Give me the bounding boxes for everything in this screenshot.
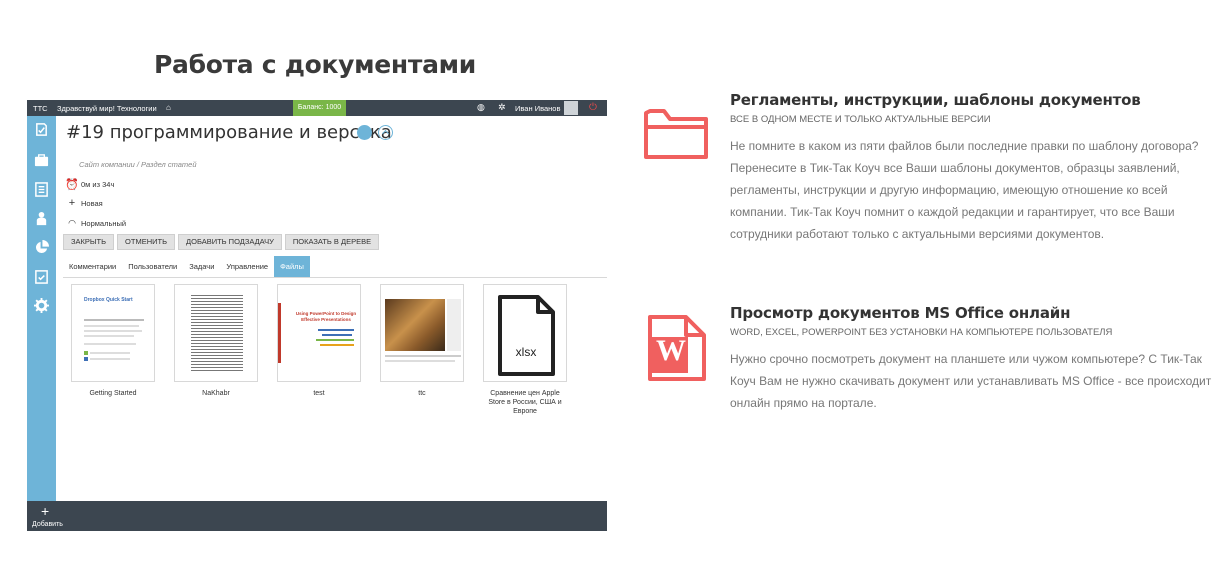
folder-icon (644, 109, 708, 159)
file-item[interactable]: Dropbox Quick Start Getting Started (71, 284, 155, 398)
alarm-clock-icon: ⏰ (65, 178, 79, 191)
edit-icon[interactable] (357, 125, 372, 140)
tab-files[interactable]: Файлы (274, 256, 310, 277)
feature-title: Просмотр документов MS Office онлайн (730, 304, 1071, 322)
file-item[interactable]: xlsx Сравнение цен Apple Store в России,… (483, 284, 567, 416)
file-name[interactable]: ttc (380, 389, 464, 398)
tasks-icon[interactable] (34, 122, 49, 137)
app-logo[interactable]: TTC (33, 104, 48, 113)
cancel-task-button[interactable]: ОТМЕНИТЬ (117, 234, 176, 250)
task-actions: ЗАКРЫТЬ ОТМЕНИТЬ ДОБАВИТЬ ПОДЗАДАЧУ ПОКА… (63, 234, 382, 250)
tab-comments[interactable]: Комментарии (63, 256, 122, 277)
add-icon[interactable]: + (41, 504, 49, 518)
close-task-button[interactable]: ЗАКРЫТЬ (63, 234, 115, 250)
task-title: #19 программирование и верстка (66, 122, 392, 143)
section-title: Работа с документами (153, 50, 476, 79)
home-icon[interactable]: ⌂ (166, 103, 171, 112)
task-priority-value: Нормальный (81, 218, 127, 228)
app-sidebar (27, 116, 56, 501)
task-time-value: 0м из 34ч (81, 179, 115, 189)
power-icon[interactable]: ⏻ (589, 102, 597, 114)
task-tabs: Комментарии Пользователи Задачи Управлен… (63, 256, 607, 278)
list-icon[interactable] (34, 182, 49, 197)
breadcrumb[interactable]: Сайт компании / Раздел статей (79, 160, 197, 169)
task-status-value: Новая (81, 198, 103, 208)
chevron-up-icon[interactable] (378, 125, 393, 140)
feature-office-online: Просмотр документов MS Office онлайн WOR… (730, 304, 1220, 414)
feature-text: Нужно срочно посмотреть документ на план… (730, 352, 1212, 410)
file-thumbnail[interactable]: Dropbox Quick Start (71, 284, 155, 382)
pie-chart-icon[interactable] (34, 240, 49, 255)
gear-icon[interactable]: ✲ (498, 102, 506, 113)
gauge-icon: ◠ (68, 217, 76, 228)
file-item[interactable]: ttc (380, 284, 464, 398)
task-priority: ◠ Нормальный (67, 218, 126, 228)
file-thumbnail[interactable]: Using PowerPoint to Design Effective Pre… (277, 284, 361, 382)
task-status: + Новая (67, 197, 103, 209)
thumbnail-title: Using PowerPoint to Design Effective Pre… (295, 311, 357, 322)
feature-text: Не помните в каком из пяти файлов были п… (730, 139, 1199, 241)
feature-documents: Регламенты, инструкции, шаблоны документ… (730, 91, 1220, 245)
avatar[interactable] (564, 101, 578, 115)
thumbnail-title: Dropbox Quick Start (84, 297, 133, 303)
user-name[interactable]: Иван Иванов (515, 104, 560, 113)
settings-icon[interactable] (34, 298, 49, 313)
tab-tasks[interactable]: Задачи (183, 256, 220, 277)
user-icon[interactable] (34, 211, 49, 226)
tab-management[interactable]: Управление (220, 256, 274, 277)
file-item[interactable]: Using PowerPoint to Design Effective Pre… (277, 284, 361, 398)
file-name[interactable]: test (277, 389, 361, 398)
show-in-tree-button[interactable]: ПОКАЗАТЬ В ДЕРЕВЕ (284, 234, 380, 250)
file-thumbnail[interactable] (174, 284, 258, 382)
app-bottombar: + Добавить (27, 501, 607, 531)
feature-subtitle: ВСЕ В ОДНОМ МЕСТЕ И ТОЛЬКО АКТУАЛЬНЫЕ ВЕ… (730, 114, 991, 125)
xlsx-file-icon (498, 295, 555, 376)
add-subtask-button[interactable]: ДОБАВИТЬ ПОДЗАДАЧУ (178, 234, 282, 250)
file-name[interactable]: Сравнение цен Apple Store в России, США … (483, 389, 567, 416)
globe-icon[interactable]: ◍ (477, 102, 485, 113)
app-screenshot: TTC Здравствуй мир! Технологии ⌂ Баланс:… (27, 100, 607, 531)
file-item[interactable]: NaKhabr (174, 284, 258, 398)
feature-subtitle: WORD, EXCEL, POWERPOINT БЕЗ УСТАНОВКИ НА… (730, 327, 1113, 338)
file-name[interactable]: Getting Started (71, 389, 155, 398)
xlsx-label: xlsx (515, 345, 537, 359)
word-letter: W (656, 334, 686, 367)
feature-title: Регламенты, инструкции, шаблоны документ… (730, 91, 1141, 109)
file-thumbnail[interactable] (380, 284, 464, 382)
task-time: ⏰ 0м из 34ч (65, 178, 115, 191)
briefcase-icon[interactable] (34, 153, 49, 168)
balance-badge[interactable]: Баланс: 1000 (293, 100, 346, 116)
tab-users[interactable]: Пользователи (122, 256, 183, 277)
checklist-icon[interactable] (34, 269, 49, 284)
file-name[interactable]: NaKhabr (174, 389, 258, 398)
greeting-text: Здравствуй мир! Технологии (57, 104, 157, 113)
app-topbar: TTC Здравствуй мир! Технологии ⌂ Баланс:… (27, 100, 607, 116)
add-label[interactable]: Добавить (32, 521, 63, 528)
plus-icon: + (68, 197, 76, 209)
file-thumbnail[interactable]: xlsx (483, 284, 567, 382)
